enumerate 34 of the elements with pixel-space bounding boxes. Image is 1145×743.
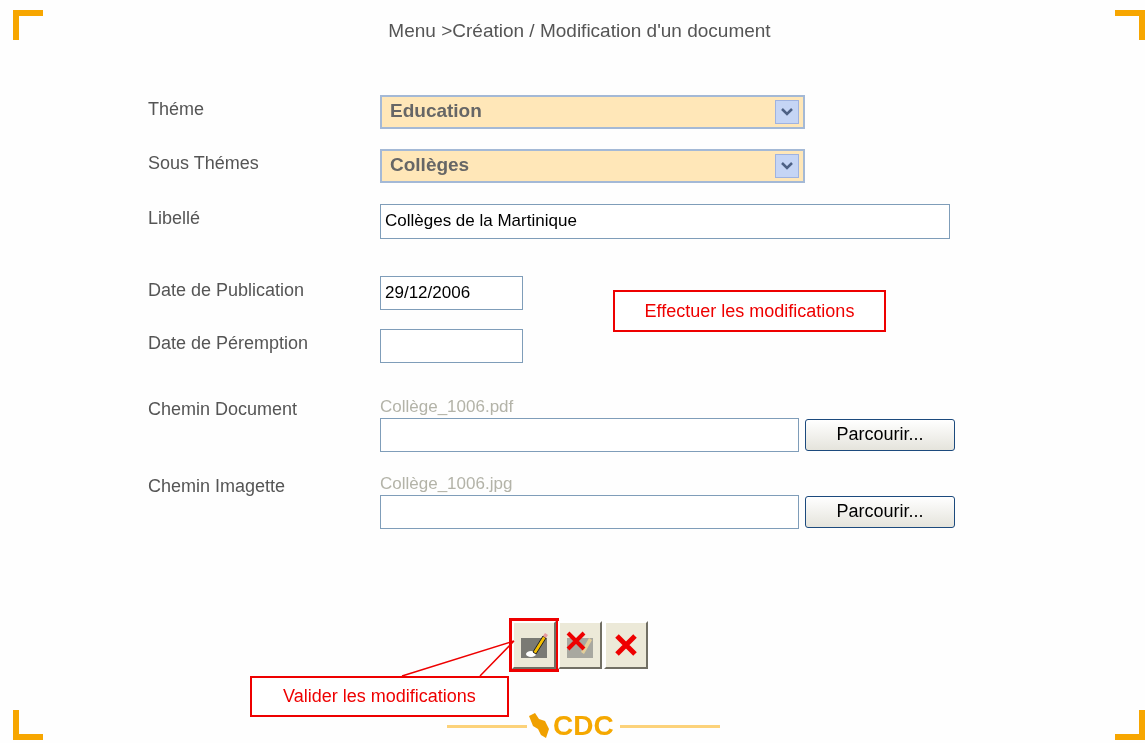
toolbar-button[interactable]	[604, 621, 648, 669]
field-label: Libellé	[148, 206, 202, 230]
callout: Valider les modifications	[250, 676, 509, 717]
field-label: Théme	[148, 97, 206, 121]
field-label: Date de Publication	[148, 278, 306, 302]
toolbar-button[interactable]	[512, 621, 556, 669]
corner-bracket-icon	[13, 10, 43, 40]
field-label: Date de Péremption	[148, 331, 310, 355]
chevron-down-icon	[775, 153, 799, 178]
pencil-icon	[519, 630, 549, 660]
corner-bracket-icon	[13, 710, 43, 740]
file-name: Collège_1006.pdf	[380, 395, 515, 418]
callout: Effectuer les modifications	[613, 290, 886, 332]
date-field[interactable]	[380, 328, 523, 363]
close-icon	[613, 632, 639, 658]
corner-bracket-icon	[1115, 10, 1145, 40]
file-path-field[interactable]	[380, 417, 799, 452]
chevron-down-icon	[775, 99, 799, 124]
browse-button[interactable]: Parcourir...	[805, 495, 955, 528]
corner-bracket-icon	[1115, 710, 1145, 740]
field-label: Chemin Imagette	[148, 474, 287, 498]
date-field[interactable]: 29/12/2006	[380, 275, 523, 310]
toolbar-button[interactable]	[558, 621, 602, 669]
cancel-edit-icon	[565, 630, 595, 660]
breadcrumb: Menu >Création / Modification d'un document	[388, 19, 771, 43]
dropdown[interactable]: Education	[380, 94, 805, 129]
field-label: Sous Thémes	[148, 151, 260, 175]
field-label: Chemin Document	[148, 397, 299, 421]
dropdown[interactable]: Collèges	[380, 148, 805, 183]
file-path-field[interactable]	[380, 494, 799, 529]
file-name: Collège_1006.jpg	[380, 472, 514, 495]
logo-text: CDC	[553, 712, 614, 740]
text-field[interactable]: Collèges de la Martinique	[380, 203, 950, 239]
browse-button[interactable]: Parcourir...	[805, 418, 955, 451]
